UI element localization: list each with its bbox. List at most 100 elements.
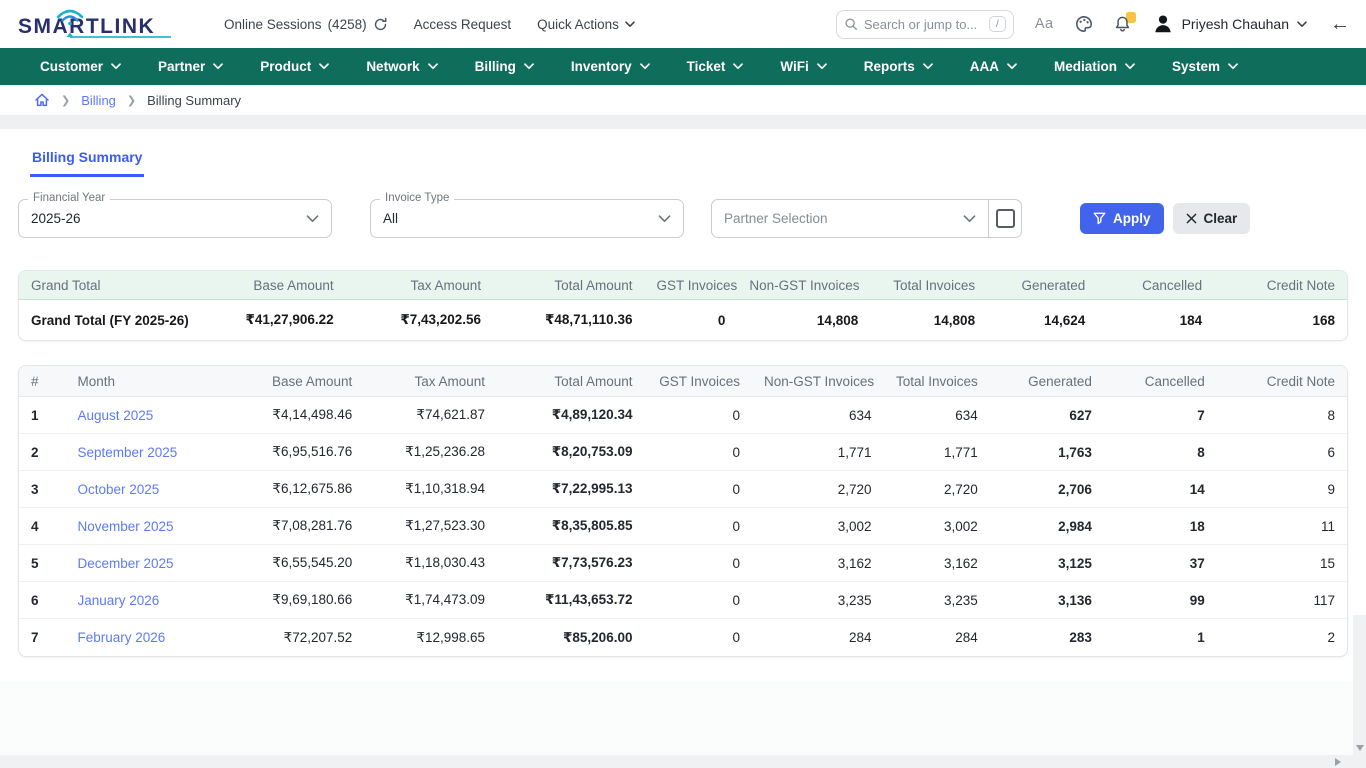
tax-amount: ₹12,998.65: [364, 619, 497, 656]
chevron-down-icon: [319, 63, 329, 70]
font-size-toggle[interactable]: Aa: [1035, 16, 1054, 32]
column-header: Generated: [987, 271, 1097, 300]
month-link[interactable]: December 2025: [77, 556, 173, 571]
non-gst-invoices: 3,162: [752, 545, 883, 582]
notifications-button[interactable]: [1114, 15, 1131, 33]
row-index: 1: [19, 397, 65, 434]
base-amount: ₹7,08,281.76: [225, 508, 364, 545]
refresh-icon[interactable]: [373, 17, 388, 32]
nav-item-network[interactable]: Network: [366, 59, 437, 74]
apply-button[interactable]: Apply: [1080, 203, 1164, 234]
clear-button[interactable]: Clear: [1173, 203, 1251, 234]
breadcrumb-billing[interactable]: Billing: [81, 93, 116, 108]
non-gst-invoices: 3,002: [752, 508, 883, 545]
generated: 2,984: [990, 508, 1104, 545]
nav-item-product[interactable]: Product: [260, 59, 329, 74]
search-input[interactable]: Search or jump to... /: [836, 10, 1014, 39]
total-invoices: 3,002: [884, 508, 990, 545]
tax-amount: ₹1,27,523.30: [364, 508, 497, 545]
home-icon[interactable]: [34, 92, 50, 108]
avatar-icon: [1152, 13, 1174, 35]
grand-total-invoices: 14,808: [870, 300, 987, 340]
financial-year-select[interactable]: Financial Year 2025-26: [18, 199, 332, 238]
vertical-scrollbar[interactable]: [1353, 615, 1366, 755]
chevron-down-icon: [658, 215, 671, 223]
generated: 1,763: [990, 434, 1104, 471]
breadcrumb: ❯ Billing ❯ Billing Summary: [0, 85, 1366, 116]
nav-item-label: System: [1172, 59, 1220, 74]
column-header: Total Amount: [493, 271, 644, 300]
column-header: Non-GST Invoices: [752, 366, 883, 397]
breadcrumb-current: Billing Summary: [147, 93, 241, 108]
nav-item-billing[interactable]: Billing: [475, 59, 534, 74]
column-header: Total Invoices: [884, 366, 990, 397]
invoice-type-value: All: [383, 211, 398, 226]
nav-item-ticket[interactable]: Ticket: [687, 59, 744, 74]
horizontal-scrollbar[interactable]: [0, 755, 1353, 768]
column-header: #: [19, 366, 65, 397]
total-amount: ₹85,206.00: [497, 619, 644, 656]
chevron-down-icon: [111, 63, 121, 70]
partner-select-all-checkbox[interactable]: [996, 209, 1015, 228]
tab-billing-summary[interactable]: Billing Summary: [30, 143, 144, 177]
chevron-down-icon: [428, 63, 438, 70]
credit-note: 9: [1217, 471, 1347, 508]
search-shortcut-badge: /: [989, 16, 1006, 32]
nav-item-customer[interactable]: Customer: [40, 59, 121, 74]
nav-item-aaa[interactable]: AAA: [970, 59, 1017, 74]
quick-actions[interactable]: Quick Actions: [537, 17, 635, 32]
base-amount: ₹6,95,516.76: [225, 434, 364, 471]
generated: 3,125: [990, 545, 1104, 582]
month-link[interactable]: August 2025: [77, 408, 153, 423]
month-link[interactable]: February 2026: [77, 630, 165, 645]
online-sessions[interactable]: Online Sessions (4258): [224, 17, 388, 32]
access-request-label: Access Request: [414, 17, 512, 32]
invoice-type-select[interactable]: Invoice Type All: [370, 199, 684, 238]
month-link[interactable]: January 2026: [77, 593, 159, 608]
scrollbar-corner: [1353, 755, 1366, 768]
grand-credit-note: 168: [1214, 300, 1347, 340]
user-menu[interactable]: Priyesh Chauhan: [1152, 13, 1307, 35]
smartlink-logo[interactable]: SMARTLINK: [18, 6, 174, 42]
non-gst-invoices: 284: [752, 619, 883, 656]
theme-button[interactable]: [1075, 15, 1093, 33]
grand-total-row: Grand Total (FY 2025-26) ₹41,27,906.22 ₹…: [19, 300, 1347, 340]
nav-item-reports[interactable]: Reports: [864, 59, 933, 74]
partner-selection-select[interactable]: Partner Selection: [711, 199, 989, 238]
month-link[interactable]: September 2025: [77, 445, 177, 460]
gst-invoices: 0: [644, 508, 752, 545]
base-amount: ₹9,69,180.66: [225, 582, 364, 619]
non-gst-invoices: 2,720: [752, 471, 883, 508]
top-header: SMARTLINK Online Sessions (4258) Access …: [0, 0, 1366, 48]
grand-generated: 14,624: [987, 300, 1097, 340]
column-header: GST Invoices: [644, 366, 752, 397]
invoice-type-label: Invoice Type: [380, 192, 454, 204]
month-link[interactable]: November 2025: [77, 519, 173, 534]
nav-item-label: Partner: [158, 59, 205, 74]
table-row: 6January 2026₹9,69,180.66₹1,74,473.09₹11…: [19, 582, 1347, 619]
nav-item-wifi[interactable]: WiFi: [780, 59, 826, 74]
chevron-down-icon: [817, 63, 827, 70]
column-header: Month: [65, 366, 224, 397]
nav-item-partner[interactable]: Partner: [158, 59, 223, 74]
total-invoices: 284: [884, 619, 990, 656]
nav-item-inventory[interactable]: Inventory: [571, 59, 650, 74]
back-arrow-icon[interactable]: ←: [1330, 13, 1350, 36]
total-amount: ₹7,73,576.23: [497, 545, 644, 582]
access-request[interactable]: Access Request: [414, 17, 512, 32]
gst-invoices: 0: [644, 545, 752, 582]
grand-base-amount: ₹41,27,906.22: [205, 300, 346, 340]
nav-item-system[interactable]: System: [1172, 59, 1238, 74]
nav-item-mediation[interactable]: Mediation: [1054, 59, 1135, 74]
row-index: 6: [19, 582, 65, 619]
chevron-down-icon: [1007, 63, 1017, 70]
online-sessions-label: Online Sessions: [224, 17, 322, 32]
chevron-down-icon: [306, 215, 319, 223]
search-icon: [844, 17, 858, 31]
chevron-down-icon: [625, 21, 635, 28]
column-header: Base Amount: [205, 271, 346, 300]
column-header: Generated: [990, 366, 1104, 397]
user-name: Priyesh Chauhan: [1182, 16, 1289, 32]
generated: 283: [990, 619, 1104, 656]
month-link[interactable]: October 2025: [77, 482, 159, 497]
